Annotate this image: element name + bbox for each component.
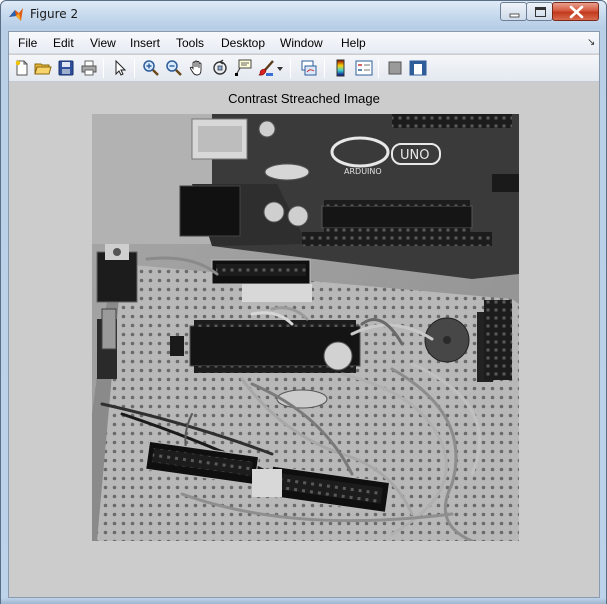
window-bottom-border bbox=[1, 598, 606, 604]
brush-options-icon[interactable] bbox=[275, 59, 285, 77]
toolbar-separator bbox=[290, 59, 291, 78]
pan-hand-icon[interactable] bbox=[188, 59, 206, 77]
zoom-in-icon[interactable] bbox=[142, 59, 160, 77]
insert-colorbar-icon[interactable] bbox=[332, 59, 350, 77]
save-figure-icon[interactable] bbox=[57, 59, 75, 77]
maximize-icon bbox=[535, 7, 546, 17]
minimize-button[interactable] bbox=[500, 2, 527, 21]
toolbar-separator bbox=[103, 59, 104, 78]
toolbar-separator bbox=[134, 59, 135, 78]
hide-plot-tools-icon[interactable] bbox=[386, 59, 404, 77]
menu-window[interactable]: Window bbox=[280, 36, 323, 50]
figure-canvas[interactable]: Contrast Streached Image ARDUINO UNO bbox=[9, 83, 599, 597]
menu-desktop[interactable]: Desktop bbox=[221, 36, 265, 50]
minimize-icon bbox=[509, 13, 520, 18]
brush-icon[interactable] bbox=[257, 59, 275, 77]
menu-tools[interactable]: Tools bbox=[176, 36, 204, 50]
close-icon bbox=[569, 5, 584, 19]
menu-help[interactable]: Help bbox=[341, 36, 366, 50]
edit-plot-arrow-icon[interactable] bbox=[111, 59, 129, 77]
dock-figure-icon[interactable]: ↘ bbox=[587, 37, 595, 48]
toolbar-separator bbox=[324, 59, 325, 78]
menu-edit[interactable]: Edit bbox=[53, 36, 74, 50]
contrast-stretched-image[interactable]: ARDUINO UNO bbox=[92, 114, 519, 541]
figure-window: Figure 2 File Edit View Insert Tools Des… bbox=[0, 0, 607, 604]
zoom-out-icon[interactable] bbox=[165, 59, 183, 77]
rotate-3d-icon[interactable] bbox=[211, 59, 229, 77]
menu-bar: File Edit View Insert Tools Desktop Wind… bbox=[9, 32, 599, 54]
show-plot-tools-icon[interactable] bbox=[409, 59, 427, 77]
open-file-icon[interactable] bbox=[34, 59, 52, 77]
menu-file[interactable]: File bbox=[18, 36, 37, 50]
matlab-logo-icon bbox=[9, 8, 23, 21]
close-button[interactable] bbox=[552, 2, 599, 21]
menu-insert[interactable]: Insert bbox=[130, 36, 160, 50]
figure-toolbar bbox=[9, 55, 599, 82]
axes-title: Contrast Streached Image bbox=[228, 91, 380, 106]
menu-view[interactable]: View bbox=[90, 36, 116, 50]
new-figure-icon[interactable] bbox=[13, 59, 31, 77]
board-model-text: UNO bbox=[400, 148, 429, 163]
print-figure-icon[interactable] bbox=[80, 59, 98, 77]
insert-legend-icon[interactable] bbox=[355, 59, 373, 77]
data-cursor-icon[interactable] bbox=[234, 59, 252, 77]
figure-client-area: File Edit View Insert Tools Desktop Wind… bbox=[8, 31, 600, 598]
maximize-button[interactable] bbox=[526, 2, 553, 21]
window-title: Figure 2 bbox=[30, 7, 79, 21]
link-plot-icon[interactable] bbox=[300, 59, 318, 77]
board-brand-text: ARDUINO bbox=[344, 167, 382, 176]
toolbar-separator bbox=[378, 59, 379, 78]
title-bar[interactable]: Figure 2 bbox=[1, 1, 606, 29]
